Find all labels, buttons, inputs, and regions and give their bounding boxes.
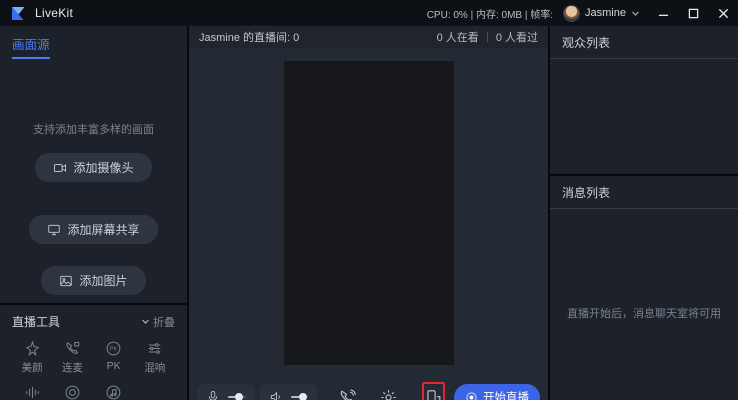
- user-menu[interactable]: Jasmine: [563, 5, 640, 22]
- tool-record[interactable]: 录制: [52, 384, 92, 400]
- call-button[interactable]: [338, 388, 357, 400]
- start-live-label: 开始直播: [483, 389, 529, 400]
- tool-reverb[interactable]: 混响: [135, 340, 175, 375]
- chevron-down-icon: [141, 317, 150, 326]
- background-music-icon: [105, 384, 122, 400]
- avatar[interactable]: [563, 5, 580, 22]
- watched-count: 0 人看过: [496, 29, 538, 45]
- add-camera-button[interactable]: 添加摄像头: [35, 153, 151, 182]
- chevron-down-icon: [631, 9, 640, 18]
- close-button[interactable]: [708, 0, 738, 26]
- camera-icon: [53, 161, 67, 175]
- livekit-logo-icon: [10, 5, 27, 22]
- username: Jasmine: [585, 7, 626, 19]
- live-tools-title: 直播工具: [12, 313, 60, 330]
- tool-label: 混响: [144, 360, 165, 375]
- audience-list-panel: 观众列表: [550, 26, 738, 174]
- message-list-title: 消息列表: [550, 176, 738, 209]
- svg-text:PK: PK: [110, 347, 118, 353]
- stage-column: Jasmine 的直播间: 0 0 人在看 0 人看过: [189, 26, 548, 400]
- maximize-icon: [688, 8, 699, 19]
- tool-label: 连麦: [62, 360, 83, 375]
- counter-divider: [487, 32, 488, 42]
- watching-count: 0 人在看: [437, 29, 479, 45]
- message-list-body: 直播开始后，消息聊天室将可用: [550, 209, 738, 400]
- minimize-button[interactable]: [648, 0, 678, 26]
- add-camera-label: 添加摄像头: [73, 159, 133, 176]
- microphone-icon: [206, 390, 220, 400]
- mic-volume-slider[interactable]: [197, 384, 255, 400]
- settings-button[interactable]: [379, 388, 398, 400]
- gear-icon: [379, 388, 398, 400]
- tab-video-sources[interactable]: 画面源: [12, 34, 50, 59]
- stage-toolbar: 开始直播: [189, 377, 548, 400]
- stage-body: [189, 48, 548, 377]
- tool-pk[interactable]: PK PK: [93, 340, 135, 375]
- add-image-button[interactable]: 添加图片: [41, 266, 145, 295]
- left-column: 画面源 支持添加丰富多样的画面 添加摄像头 添加屏幕共享: [0, 26, 187, 400]
- orientation-toggle-button[interactable]: [422, 382, 445, 400]
- mic-slider-fill: [228, 396, 239, 398]
- beauty-icon: [24, 340, 41, 357]
- phone-call-icon: [338, 388, 357, 400]
- audience-list-title: 观众列表: [550, 26, 738, 59]
- video-preview-canvas: [284, 61, 454, 365]
- mic-slider-track[interactable]: [228, 396, 246, 398]
- tool-label: 美颜: [22, 360, 43, 375]
- speaker-slider-thumb[interactable]: [299, 393, 307, 400]
- speaker-icon: [269, 390, 283, 400]
- message-list-panel: 消息列表 直播开始后，消息聊天室将可用: [550, 176, 738, 400]
- app-title: LiveKit: [35, 6, 73, 20]
- add-screen-share-label: 添加屏幕共享: [67, 221, 139, 238]
- minimize-icon: [658, 8, 669, 19]
- right-column: 观众列表 消息列表 直播开始后，消息聊天室将可用: [550, 26, 738, 400]
- speaker-slider-fill: [291, 396, 303, 398]
- sources-hint-text: 支持添加丰富多样的画面: [33, 121, 154, 137]
- message-empty-hint: 直播开始后，消息聊天室将可用: [567, 305, 721, 321]
- tool-beauty[interactable]: 美颜: [12, 340, 52, 375]
- record-icon: [64, 384, 81, 400]
- collapse-toggle[interactable]: 折叠: [141, 314, 175, 330]
- livekit-window: LiveKit CPU: 0% | 内存: 0MB | 帧率: Jasmine …: [0, 0, 738, 400]
- titlebar: LiveKit CPU: 0% | 内存: 0MB | 帧率: Jasmine: [0, 0, 738, 26]
- speaker-volume-slider[interactable]: [260, 384, 318, 400]
- speaker-slider-track[interactable]: [291, 396, 309, 398]
- tool-voice-change[interactable]: 变声: [12, 384, 52, 400]
- tool-background-music[interactable]: 背景音乐: [93, 384, 135, 400]
- collapse-label: 折叠: [153, 314, 175, 330]
- tools-grid: 美颜 连麦 PK PK: [12, 340, 175, 400]
- viewer-counters: 0 人在看 0 人看过: [437, 29, 538, 45]
- performance-stats: CPU: 0% | 内存: 0MB | 帧率:: [427, 6, 553, 21]
- video-sources-panel: 画面源 支持添加丰富多样的画面 添加摄像头 添加屏幕共享: [0, 26, 187, 303]
- tool-co-host[interactable]: 连麦: [52, 340, 92, 375]
- screen-share-icon: [47, 223, 61, 237]
- tool-label: PK: [107, 360, 121, 372]
- close-icon: [718, 8, 729, 19]
- room-title: Jasmine 的直播间: 0: [199, 29, 299, 45]
- live-tools-panel: 直播工具 折叠 美颜: [0, 305, 187, 400]
- record-dot-icon: [465, 391, 478, 400]
- reverb-sliders-icon: [146, 340, 163, 357]
- mic-slider-thumb[interactable]: [235, 393, 243, 400]
- stage-header: Jasmine 的直播间: 0 0 人在看 0 人看过: [189, 26, 548, 48]
- maximize-button[interactable]: [678, 0, 708, 26]
- live-tools-header: 直播工具 折叠: [12, 313, 175, 330]
- screen-orientation-icon: [424, 388, 443, 400]
- add-screen-share-button[interactable]: 添加屏幕共享: [29, 215, 157, 244]
- image-icon: [59, 274, 73, 288]
- start-live-button[interactable]: 开始直播: [454, 384, 540, 400]
- add-image-label: 添加图片: [79, 272, 127, 289]
- pk-icon: PK: [105, 340, 122, 357]
- voice-change-icon: [24, 384, 41, 400]
- main-area: 画面源 支持添加丰富多样的画面 添加摄像头 添加屏幕共享: [0, 26, 738, 400]
- co-host-call-icon: [64, 340, 81, 357]
